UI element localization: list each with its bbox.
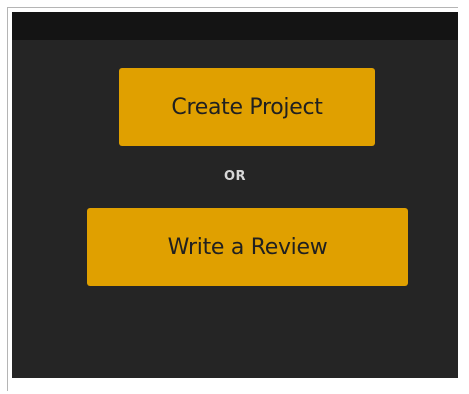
or-separator: OR [223,169,247,184]
panel-header-bar [12,12,458,40]
action-panel: Create Project OR Write a Review [12,12,458,378]
create-project-button[interactable]: Create Project [119,68,375,146]
write-review-button[interactable]: Write a Review [87,208,408,286]
